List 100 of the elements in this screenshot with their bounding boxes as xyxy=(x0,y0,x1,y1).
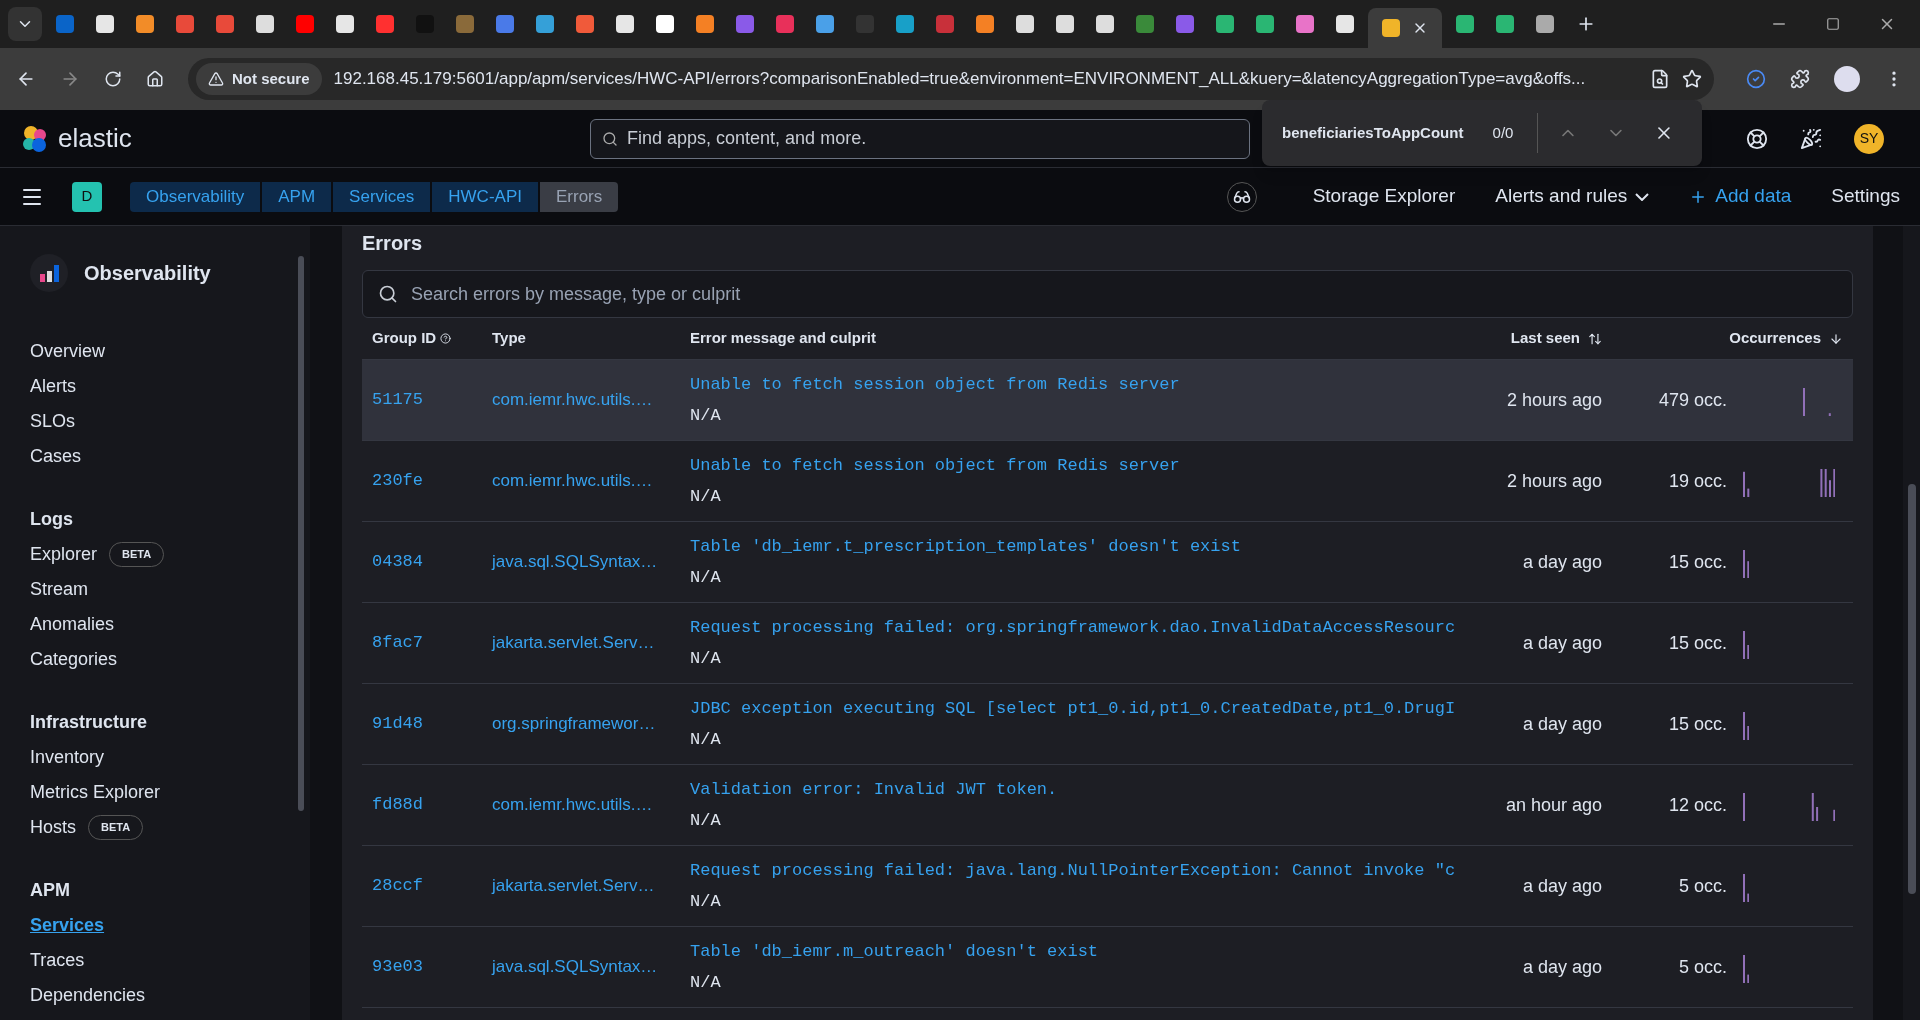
sparkline-chart xyxy=(1743,631,1750,659)
table-row[interactable]: 28ccf jakarta.servlet.Serv… Request processing failed: java.lang.NullPointerException: Cannot invoke "c N/A a day ago 5 occ. xyxy=(362,846,1853,927)
type-link[interactable]: com.iemr.hwc.utils.… xyxy=(492,468,690,494)
match-count: 0/0 xyxy=(1492,122,1514,143)
type-link[interactable]: jakarta.servlet.Serv… xyxy=(492,873,690,899)
breadcrumb[interactable]: Errors xyxy=(539,181,619,212)
nav-link[interactable]: Dependencies xyxy=(30,982,146,1009)
extensions-icon[interactable] xyxy=(1790,69,1810,89)
culprit-text: N/A xyxy=(690,810,722,832)
find-query[interactable]: beneficiariesToAppCount xyxy=(1282,121,1481,145)
type-link[interactable]: jakarta.servlet.Serv… xyxy=(492,630,690,656)
sparkline-chart xyxy=(1743,550,1750,578)
type-link[interactable]: org.springframewor… xyxy=(492,711,690,737)
nav-link[interactable]: Anomalies xyxy=(30,611,115,638)
nav-link[interactable]: Explorer xyxy=(30,541,98,568)
type-link[interactable]: com.iemr.hwc.utils.… xyxy=(492,387,690,413)
culprit-text: N/A xyxy=(690,486,722,508)
last-seen-text: 2 hours ago xyxy=(1505,388,1602,412)
nav-link[interactable]: Inventory xyxy=(30,744,105,771)
occurrences-text: 19 occ. xyxy=(1667,469,1727,493)
nav-link[interactable]: Alerts xyxy=(30,373,76,400)
group-id-link[interactable]: 28ccf xyxy=(372,873,492,899)
occurrences-text: 15 occ. xyxy=(1667,712,1727,736)
maximize-icon[interactable] xyxy=(1826,17,1840,31)
nav-link[interactable]: Cases xyxy=(30,443,82,470)
error-message-link[interactable]: Request processing failed: java.lang.NullPointerException: Cannot invoke "c xyxy=(690,857,1490,883)
tab-search-button[interactable] xyxy=(8,7,42,41)
nav-link[interactable]: Metrics Explorer xyxy=(30,779,161,806)
section-heading: Logs xyxy=(30,507,74,531)
group-id-link[interactable]: fd88d xyxy=(372,792,492,818)
column-header[interactable]: Last seen xyxy=(1510,327,1580,350)
user-avatar[interactable]: SY xyxy=(1854,123,1884,154)
profile-icon[interactable] xyxy=(1834,66,1860,92)
error-message-link[interactable]: JDBC exception executing SQL [select pt1_0.id,pt1_0.CreatedDate,pt1_0.DrugI xyxy=(690,695,1490,721)
search-icon xyxy=(602,130,618,147)
breadcrumb[interactable]: HWC-API xyxy=(432,181,540,212)
culprit-text: N/A xyxy=(690,729,722,751)
type-link[interactable]: java.sql.SQLSyntax… xyxy=(492,954,690,980)
chevron-icon xyxy=(1635,192,1650,201)
header-link[interactable]: Settings xyxy=(1831,182,1900,211)
browser-tab[interactable] xyxy=(1368,8,1442,48)
nav-link[interactable]: Stream xyxy=(30,576,89,603)
home-icon[interactable] xyxy=(146,70,164,88)
table-row[interactable]: fd88d com.iemr.hwc.utils.… Validation error: Invalid JWT token. N/A an hour ago 12 occ. xyxy=(362,765,1853,846)
group-id-link[interactable]: 230fe xyxy=(372,468,492,494)
last-seen-text: a day ago xyxy=(1521,874,1602,898)
error-message-link[interactable]: Unable to fetch session object from Redis server xyxy=(690,452,1490,478)
last-seen-text: a day ago xyxy=(1521,550,1602,574)
table-row[interactable]: 93e03 java.sql.SQLSyntax… Table 'db_iemr.m_outreach' doesn't exist N/A a day ago 5 occ. xyxy=(362,927,1853,1008)
occurrences-text: 479 occ. xyxy=(1657,388,1727,412)
global-search-field[interactable]: Find apps, content, and more. xyxy=(590,118,1250,159)
sort-icon[interactable] xyxy=(1829,331,1843,346)
column-header[interactable]: Error message and culprit xyxy=(690,327,1490,350)
extension-icon[interactable] xyxy=(1746,69,1766,89)
table-row[interactable]: 91d48 org.springframewor… JDBC exception executing SQL [select pt1_0.id,pt1_0.CreatedDate,pt1_0.DrugI N/A a day ago 15 occ. xyxy=(362,684,1853,765)
table-row[interactable]: 51175 com.iemr.hwc.utils.… Unable to fetch session object from Redis server N/A 2 hours ago 479 occ. xyxy=(362,360,1853,441)
header-link[interactable]: Add data xyxy=(1689,182,1792,211)
error-message-link[interactable]: Table 'db_iemr.t_prescription_templates' doesn't exist xyxy=(690,533,1490,559)
header-link[interactable]: Alerts and rules xyxy=(1495,182,1650,211)
nav-link[interactable]: Hosts xyxy=(30,814,76,841)
error-message-link[interactable]: Request processing failed: org.springframework.dao.InvalidDataAccessResourc xyxy=(690,614,1490,640)
bookmark-icon[interactable] xyxy=(1682,69,1702,89)
breadcrumb[interactable]: Observability xyxy=(130,181,263,212)
nav-link[interactable]: Categories xyxy=(30,646,118,673)
error-message-link[interactable]: Unable to fetch session object from Redis server xyxy=(690,371,1490,397)
error-message-link[interactable]: Validation error: Invalid JWT token. xyxy=(690,776,1490,802)
group-id-link[interactable]: 04384 xyxy=(372,549,492,575)
sort-icon[interactable] xyxy=(1588,331,1602,346)
nav-link[interactable]: Overview xyxy=(30,338,105,365)
column-header[interactable]: Occurrences xyxy=(1729,327,1821,350)
logo-text: elastic xyxy=(58,122,132,155)
table-row[interactable]: 04384 java.sql.SQLSyntax… Table 'db_iemr.t_prescription_templates' doesn't exist N/A a day ago 15 occ. xyxy=(362,522,1853,603)
table-row[interactable]: 8fac7 jakarta.servlet.Serv… Request processing failed: org.springframework.dao.InvalidDataAccessResourc N/A a day ago 15 occ. xyxy=(362,603,1853,684)
section-heading: Infrastructure xyxy=(30,710,149,734)
breadcrumb[interactable]: APM xyxy=(262,181,334,212)
group-id-link[interactable]: 91d48 xyxy=(372,711,492,737)
news-icon[interactable] xyxy=(1800,127,1822,150)
group-id-link[interactable]: 51175 xyxy=(372,387,492,413)
header-link[interactable]: Storage Explorer xyxy=(1312,182,1456,211)
column-header[interactable]: Group ID xyxy=(372,327,437,350)
last-seen-text: a day ago xyxy=(1521,631,1602,655)
type-link[interactable]: com.iemr.hwc.utils.… xyxy=(492,792,690,818)
column-header[interactable]: Type xyxy=(492,327,690,350)
table-row[interactable]: 230fe com.iemr.hwc.utils.… Unable to fetch session object from Redis server N/A 2 hours ago 19 occ. xyxy=(362,441,1853,522)
reload-icon[interactable] xyxy=(104,70,122,88)
type-link[interactable]: java.sql.SQLSyntax… xyxy=(492,549,690,575)
address-bar[interactable]: Not secure 192.168.45.179:5601/app/apm/services/HWC-API/errors?comparisonEnabled=true&environment=ENVIRONMENT_ALL&kuery=&latencyAggregationType=avg&offs... xyxy=(188,58,1714,100)
nav-link[interactable]: SLOs xyxy=(30,408,76,435)
nav-link[interactable]: Services xyxy=(30,912,105,939)
breadcrumb[interactable]: Services xyxy=(333,181,433,212)
occurrences-text: 15 occ. xyxy=(1667,550,1727,574)
error-search-field[interactable]: Search errors by message, type or culprit xyxy=(362,270,1853,318)
nav-link[interactable]: Traces xyxy=(30,947,85,974)
space-avatar[interactable]: D xyxy=(72,181,102,212)
security-chip[interactable]: Not secure xyxy=(196,63,322,95)
page-search-icon[interactable] xyxy=(1650,69,1670,89)
group-id-link[interactable]: 8fac7 xyxy=(372,630,492,656)
error-message-link[interactable]: Table 'db_iemr.m_outreach' doesn't exist xyxy=(690,938,1490,964)
help-icon[interactable] xyxy=(1746,127,1768,150)
group-id-link[interactable]: 93e03 xyxy=(372,954,492,980)
